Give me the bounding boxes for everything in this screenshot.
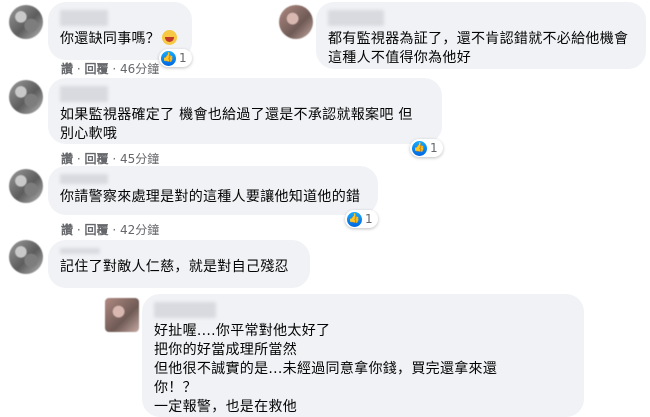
comment-text: 記住了對敵人仁慈，就是對自己殘忍 <box>60 259 289 275</box>
reply-bubble: 好扯喔....你平常對他太好了 把你的好當成理所當然 但他很不誠實的是...未經… <box>142 294 584 417</box>
avatar[interactable] <box>279 5 313 39</box>
reply-link[interactable]: 回覆 <box>85 62 109 76</box>
comment-actions: 讚 · 回覆 · 42分鐘 <box>61 223 160 237</box>
comment-bubble: 記住了對敵人仁慈，就是對自己殘忍 <box>48 240 310 288</box>
comment-text: 都有監視器為証了，還不肯認錯就不必給他機會 這種人不值得你為他好 <box>328 31 629 66</box>
like-link[interactable]: 讚 <box>61 62 73 76</box>
comment-bubble: 都有監視器為証了，還不肯認錯就不必給他機會 這種人不值得你為他好 <box>316 2 646 69</box>
comment-text: 好扯喔....你平常對他太好了 把你的好當成理所當然 但他很不誠實的是...未經… <box>154 323 498 415</box>
timestamp[interactable]: 45分鐘 <box>120 152 159 166</box>
like-link[interactable]: 讚 <box>61 152 73 166</box>
commenter-name-redacted[interactable] <box>60 86 108 102</box>
timestamp[interactable]: 46分鐘 <box>120 62 159 76</box>
commenter-name-redacted[interactable] <box>60 174 108 184</box>
avatar[interactable] <box>9 169 43 203</box>
like-icon: 👍 <box>412 140 427 156</box>
reply-link[interactable]: 回覆 <box>85 223 109 237</box>
comment-text: 你還缺同事嗎？ <box>60 31 161 47</box>
commenter-name-redacted[interactable] <box>60 10 108 26</box>
reaction-count[interactable]: 👍 1 <box>159 49 192 67</box>
like-link[interactable]: 讚 <box>61 223 73 237</box>
like-icon: 👍 <box>347 211 362 227</box>
commenter-name-redacted[interactable] <box>154 302 216 318</box>
commenter-name-redacted[interactable] <box>328 10 384 26</box>
avatar[interactable] <box>9 240 43 274</box>
reply-link[interactable]: 回覆 <box>85 152 109 166</box>
avatar[interactable] <box>9 5 43 39</box>
like-icon: 👍 <box>161 50 176 66</box>
comment-actions: 讚 · 回覆 · 45分鐘 <box>61 152 160 166</box>
avatar[interactable] <box>105 298 139 332</box>
comment-actions: 讚 · 回覆 · 46分鐘 <box>61 62 160 76</box>
comment-text: 你請警察來處理是對的這種人要讓他知道他的錯 <box>60 189 361 205</box>
comment-bubble: 如果監視器確定了 機會也給過了還是不承認就報案吧 但 別心軟哦 <box>48 78 442 144</box>
reaction-count[interactable]: 👍 1 <box>345 210 378 228</box>
laughing-emoji-icon <box>162 30 178 45</box>
avatar[interactable] <box>9 80 43 114</box>
comment-text: 如果監視器確定了 機會也給過了還是不承認就報案吧 但 別心軟哦 <box>60 107 413 142</box>
comment-bubble: 你請警察來處理是對的這種人要讓他知道他的錯 <box>48 166 378 215</box>
commenter-name-redacted[interactable] <box>60 248 100 254</box>
reaction-count[interactable]: 👍 1 <box>410 139 443 157</box>
timestamp[interactable]: 42分鐘 <box>120 223 159 237</box>
